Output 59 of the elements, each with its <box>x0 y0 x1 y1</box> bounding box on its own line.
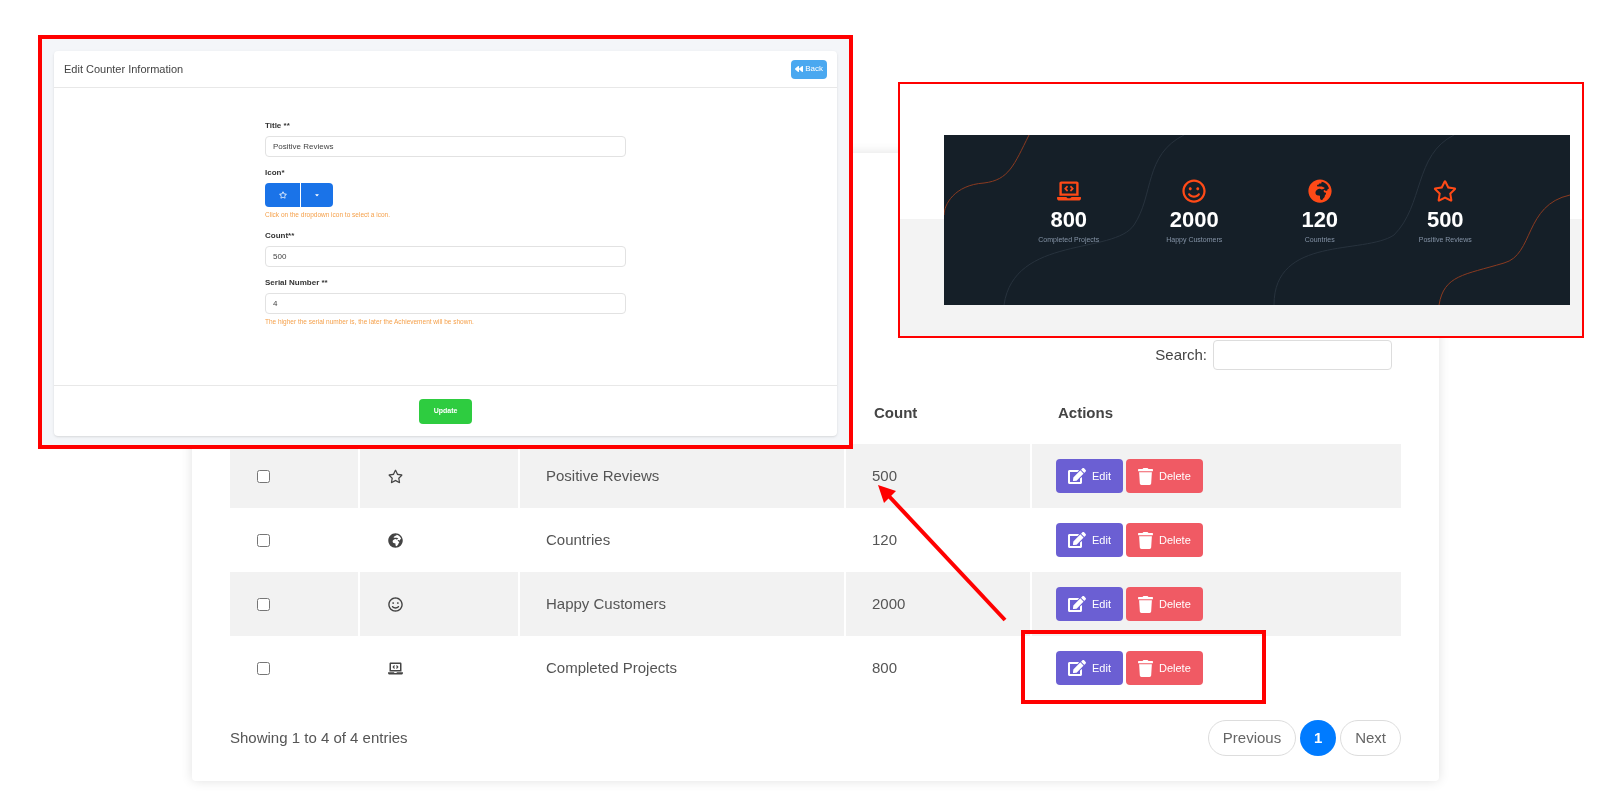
stat-value: 120 <box>1301 209 1339 231</box>
edit-button[interactable]: Edit <box>1056 459 1123 493</box>
edit-icon <box>1068 659 1086 677</box>
table-cell-text: Happy Customers <box>546 593 667 614</box>
smiley-icon <box>1182 179 1207 203</box>
table-cell-text: Positive Reviews <box>546 465 660 486</box>
globe-icon <box>1307 179 1332 203</box>
table-cell-text: 500 <box>872 465 898 486</box>
delete-button[interactable]: Delete <box>1125 459 1203 493</box>
trash-icon <box>1137 659 1153 677</box>
page-button[interactable]: 1 <box>1300 720 1337 756</box>
text-field[interactable]: Positive Reviews <box>265 136 626 157</box>
column-header: Actions <box>1057 402 1114 423</box>
search-field[interactable] <box>1213 340 1392 370</box>
column-header: Count <box>873 402 919 423</box>
row-checkbox[interactable] <box>257 661 270 675</box>
laptop-icon <box>388 660 403 676</box>
edit-icon <box>1068 467 1086 485</box>
entries-info: Showing 1 to 4 of 4 entries <box>230 727 408 748</box>
field-label: Count** <box>265 229 296 242</box>
back-button[interactable]: Back <box>791 59 827 79</box>
delete-button[interactable]: Delete <box>1125 523 1203 557</box>
star-icon <box>388 468 403 484</box>
edit-icon <box>1068 531 1086 549</box>
table-cell-text: Completed Projects <box>546 657 677 678</box>
row-checkbox[interactable] <box>257 533 270 547</box>
table-cell-text: 120 <box>872 529 898 550</box>
field-label: Serial Number ** <box>265 276 329 289</box>
field-label: Title ** <box>265 120 291 132</box>
rewind-icon <box>795 65 804 73</box>
table-cell-text: 800 <box>872 657 898 678</box>
form-title: Edit Counter Information <box>64 61 184 77</box>
smiley-icon <box>388 596 403 612</box>
star-icon <box>278 191 287 199</box>
delete-button[interactable]: Delete <box>1125 651 1203 685</box>
table-cell-text: 2000 <box>872 593 906 614</box>
trash-icon <box>1137 467 1153 485</box>
stat-value: 2000 <box>1169 209 1219 231</box>
text-field[interactable]: 4 <box>265 292 626 314</box>
delete-button[interactable]: Delete <box>1125 587 1203 621</box>
laptop-icon <box>1056 179 1081 203</box>
edit-button[interactable]: Edit <box>1056 587 1123 621</box>
row-checkbox[interactable] <box>257 469 270 483</box>
star-icon <box>1433 179 1458 203</box>
caret-icon <box>314 192 320 198</box>
edit-button[interactable]: Edit <box>1056 651 1123 685</box>
field-label: Icon* <box>265 167 286 179</box>
row-checkbox[interactable] <box>257 597 270 611</box>
text-field[interactable]: 500 <box>265 245 626 267</box>
table-cell-text: Countries <box>546 529 611 550</box>
trash-icon <box>1137 595 1153 613</box>
stat-value: 500 <box>1426 209 1464 231</box>
edit-icon <box>1068 595 1086 613</box>
globe-icon <box>388 532 403 548</box>
edit-button[interactable]: Edit <box>1056 523 1123 557</box>
search-label: Search: <box>1155 344 1207 365</box>
stat-value: 800 <box>1050 209 1088 231</box>
trash-icon <box>1137 531 1153 549</box>
icon-picker-button[interactable] <box>265 183 300 207</box>
